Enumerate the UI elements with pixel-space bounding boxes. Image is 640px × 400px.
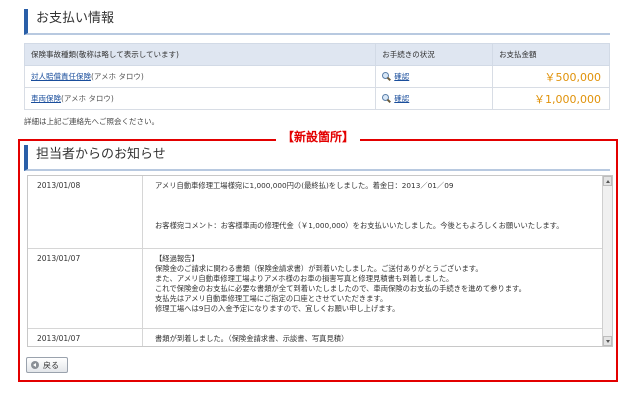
insured-name: (アメホ タロウ)	[61, 94, 114, 103]
payment-table: 保険事故種類(敬称は略して表示しています) お手続きの状況 お支払金額 対人賠償…	[23, 43, 610, 110]
notice-list[interactable]: 2013/01/08 アメリ自動車修理工場様宛に1,000,000円の(最終払)…	[27, 175, 613, 347]
scroll-up-arrow-icon[interactable]	[603, 176, 612, 186]
notice-date: 2013/01/07	[28, 249, 143, 328]
magnifier-icon	[382, 93, 391, 103]
notice-line: 【経過報告】	[155, 254, 199, 263]
col-header-accident-type: 保険事故種類(敬称は略して表示しています)	[23, 43, 377, 66]
payment-info-title: お支払い情報	[24, 9, 610, 35]
back-button-label: 戻る	[43, 360, 59, 370]
amount-cell: ￥500,000	[492, 65, 610, 88]
notice-message: 書類が到着しました。（保険金請求書、示談書、写真見積）	[143, 329, 602, 346]
notice-date: 2013/01/08	[28, 176, 143, 248]
insured-name: (アメホ タロウ)	[91, 72, 144, 81]
confirm-link[interactable]: 確認	[394, 71, 409, 82]
notice-scrollbar[interactable]	[602, 176, 612, 346]
notice-line: 保険金のご請求に関わる書類（保険金請求書）が到着いたしました。ご送付ありがとうご…	[155, 264, 483, 273]
back-button[interactable]: 戻る	[26, 357, 68, 373]
notice-row: 2013/01/08 アメリ自動車修理工場様宛に1,000,000円の(最終払)…	[28, 176, 602, 249]
notice-line: お客様宛コメント：お客様車両の修理代金（￥1,000,000）をお支払いいたしま…	[155, 221, 564, 230]
amount-cell: ￥1,000,000	[492, 87, 610, 110]
confirm-button[interactable]: 確認	[382, 71, 409, 82]
status-cell: 確認	[375, 87, 494, 110]
table-row: 車両保険(アメホ タロウ) 確認 ￥1,000,000	[23, 87, 610, 110]
notice-row: 2013/01/07 【経過報告】 保険金のご請求に関わる書類（保険金請求書）が…	[28, 249, 602, 329]
notice-line: 書類が到着しました。（保険金請求書、示談書、写真見積）	[155, 334, 349, 343]
contact-note: 詳細は上記ご連絡先へご照会ください。	[24, 117, 159, 126]
notice-message: 【経過報告】 保険金のご請求に関わる書類（保険金請求書）が到着いたしました。ご送…	[143, 249, 602, 328]
accident-type-link[interactable]: 対人賠償責任保険	[31, 72, 91, 81]
back-arrow-icon	[31, 361, 39, 369]
col-header-status: お手続きの状況	[375, 43, 494, 66]
notice-line: また、アメリ自動車修理工場よりアメホ様のお車の損害写真と修理見積書も到着しました…	[155, 274, 454, 283]
scroll-down-arrow-icon[interactable]	[603, 336, 612, 346]
notice-line: これで保険金のお支払に必要な書類が全て到着いたしましたので、車両保険のお支払の手…	[155, 284, 526, 293]
table-row: 対人賠償責任保険(アメホ タロウ) 確認 ￥500,000	[23, 65, 610, 88]
notice-message: アメリ自動車修理工場様宛に1,000,000円の(最終払)をしました。着金日：2…	[143, 176, 602, 248]
new-section-label: 【新設箇所】	[276, 129, 361, 146]
confirm-link[interactable]: 確認	[394, 93, 409, 104]
status-cell: 確認	[375, 65, 494, 88]
table-header-row: 保険事故種類(敬称は略して表示しています) お手続きの状況 お支払金額	[23, 43, 610, 66]
magnifier-icon	[382, 71, 391, 81]
col-header-amount: お支払金額	[492, 43, 610, 66]
notice-line	[155, 211, 602, 221]
notice-line	[155, 191, 602, 201]
accident-type-cell: 車両保険(アメホ タロウ)	[23, 87, 377, 110]
notice-line: 修理工場へは9日の入金予定になりますので、宜しくお願い申し上げます。	[155, 304, 400, 313]
notice-line: アメリ自動車修理工場様宛に1,000,000円の(最終払)をしました。着金日：2…	[155, 181, 454, 190]
notice-row: 2013/01/07 書類が到着しました。（保険金請求書、示談書、写真見積）	[28, 329, 602, 346]
accident-type-cell: 対人賠償責任保険(アメホ タロウ)	[23, 65, 377, 88]
notice-section-title: 担当者からのお知らせ	[24, 145, 610, 171]
confirm-button[interactable]: 確認	[382, 93, 409, 104]
notice-date: 2013/01/07	[28, 329, 143, 346]
notice-line: 支払先はアメリ自動車修理工場にご指定の口座とさせていただきます。	[155, 294, 388, 303]
accident-type-link[interactable]: 車両保険	[31, 94, 61, 103]
notice-line	[155, 201, 602, 211]
